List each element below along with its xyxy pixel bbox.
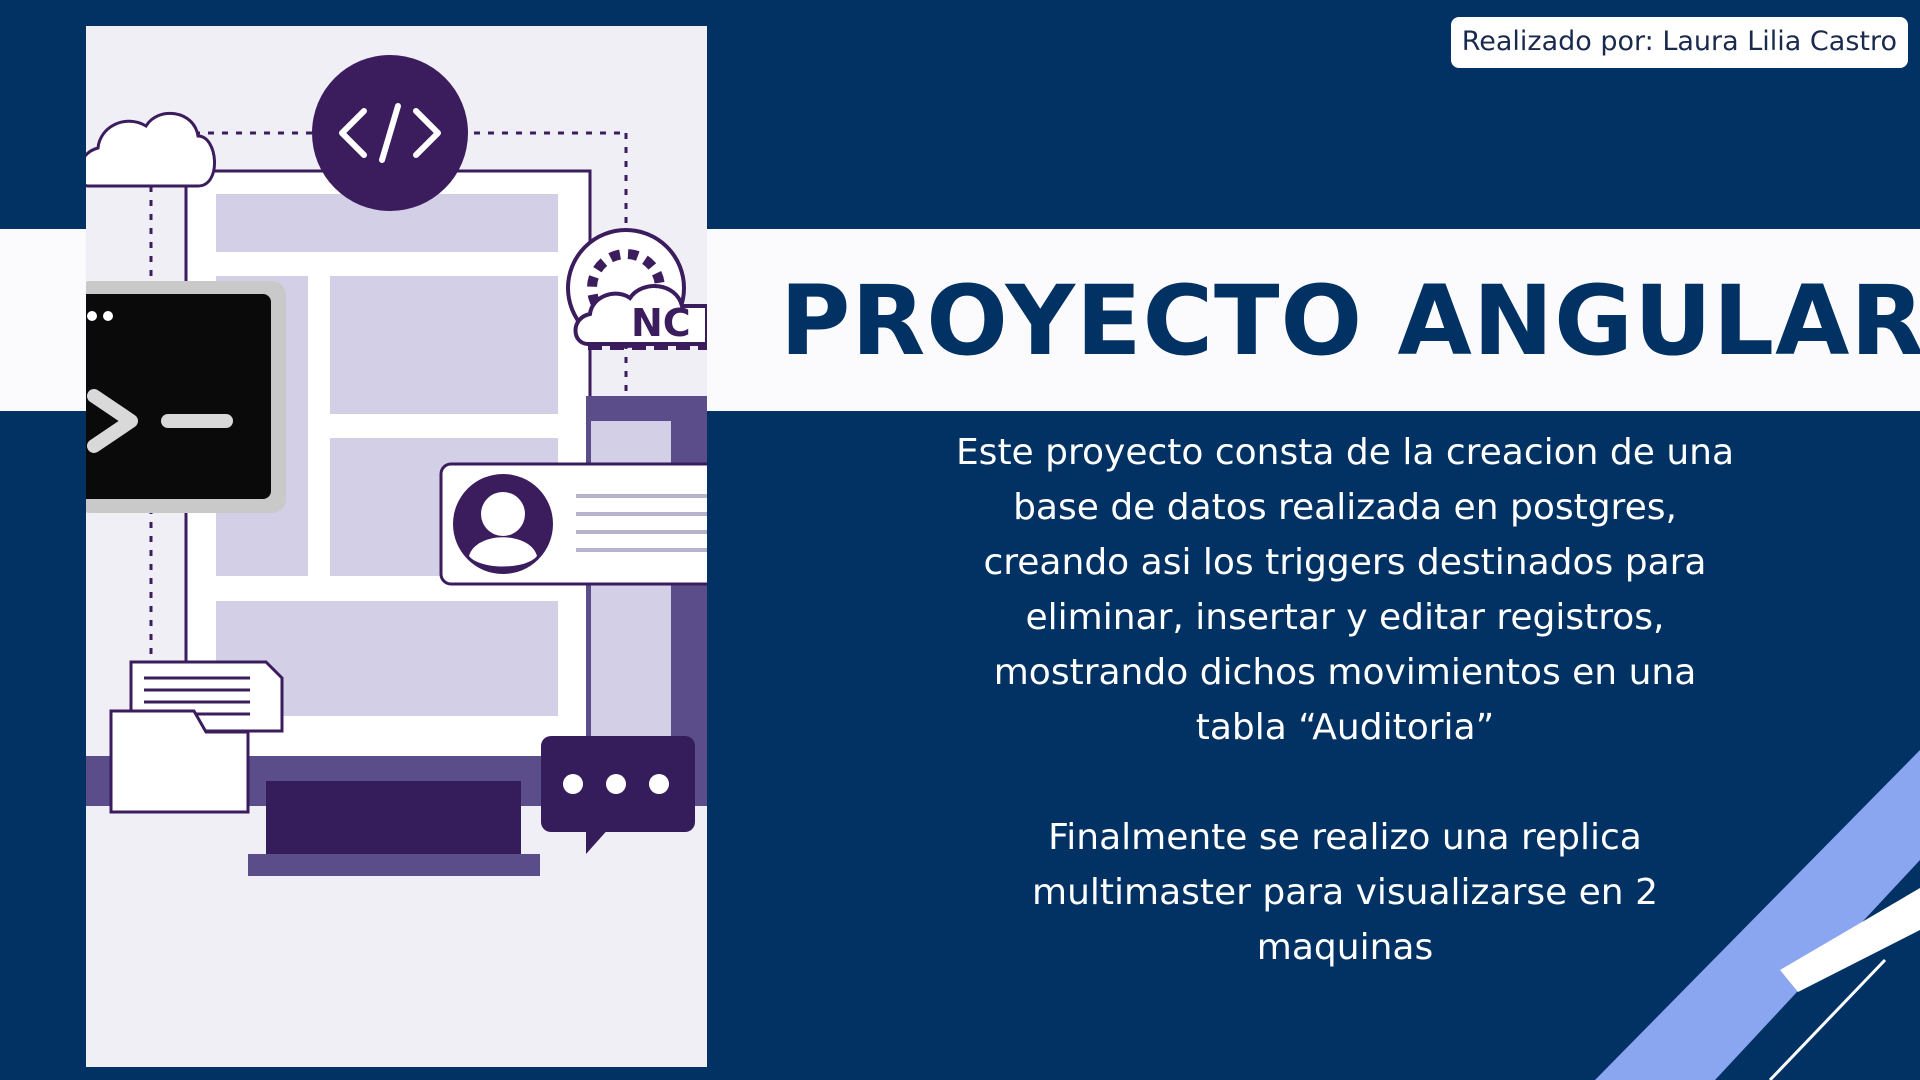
author-tag: Realizado por: Laura Lilia Castro <box>1450 17 1908 68</box>
cloud-badge-text: NC <box>631 301 691 345</box>
cloud-settings-icon: NC <box>566 228 707 350</box>
code-icon <box>312 55 468 211</box>
corner-decoration <box>1595 750 1920 1080</box>
description-paragraph: Este proyecto consta de la creacion de u… <box>955 432 1735 748</box>
slide: NC Realizado por: Laura Lilia Castro PRO… <box>0 0 1920 1080</box>
illustration-panel: NC <box>86 26 707 1067</box>
content-block-right-top <box>330 276 558 414</box>
user-profile-icon <box>439 462 707 586</box>
page-title: PROYECTO ANGULAR <box>780 265 1920 377</box>
terminal-icon <box>86 281 286 513</box>
chat-bubble-icon <box>541 736 695 854</box>
web-development-illustration: NC <box>86 55 707 876</box>
monitor-base <box>248 854 540 876</box>
cloud-icon <box>86 111 216 188</box>
